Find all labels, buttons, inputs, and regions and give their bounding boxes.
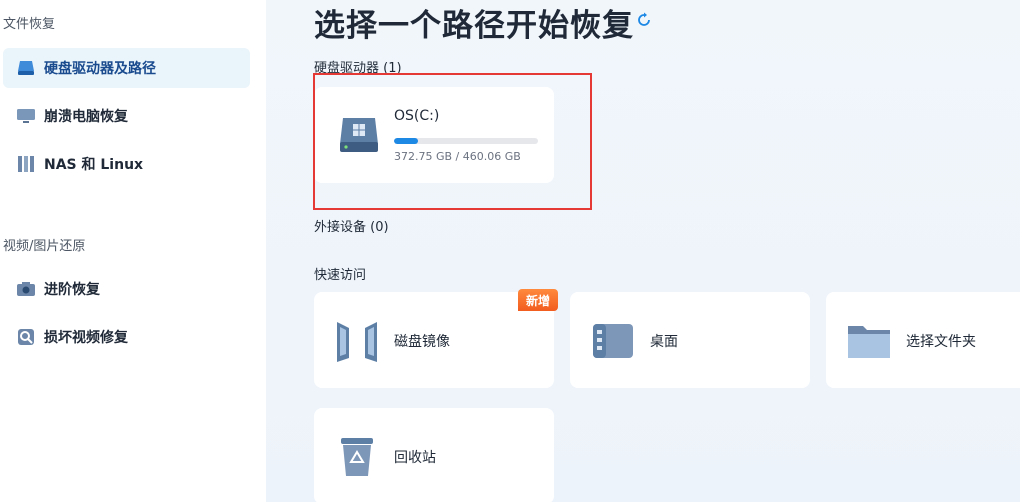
sidebar-item-label: NAS 和 Linux	[44, 157, 144, 173]
drive-usage-fill	[394, 138, 419, 144]
quick-access-label: 选择文件夹	[906, 334, 976, 350]
sidebar-item-label: 损坏视频修复	[44, 330, 128, 346]
hard-drive-icon	[340, 118, 378, 152]
quick-access-recycle-bin[interactable]: 回收站	[314, 408, 554, 502]
quick-access-disk-image[interactable]: 磁盘镜像 新增	[314, 289, 558, 388]
drive-usage-bar	[394, 138, 538, 144]
monitor-icon	[16, 106, 36, 126]
sidebar-item-hard-drives[interactable]: 硬盘驱动器及路径	[3, 48, 250, 88]
drive-size: 372.75 GB / 460.06 GB	[394, 150, 521, 163]
drive-card-c[interactable]: OS(C:) 372.75 GB / 460.06 GB	[314, 87, 554, 183]
desktop-icon	[593, 324, 633, 358]
main-panel: 选择一个路径开始恢复 硬盘驱动器 (1) OS(C:) 372.75 GB / …	[266, 0, 1020, 502]
section-label-file-recovery: 文件恢复	[3, 17, 56, 32]
sidebar-item-nas-linux[interactable]: NAS 和 Linux	[3, 144, 250, 184]
quick-access-heading: 快速访问	[314, 268, 367, 283]
sidebar-item-video-repair[interactable]: 损坏视频修复	[3, 317, 250, 357]
sidebar-item-label: 硬盘驱动器及路径	[44, 61, 156, 77]
refresh-icon[interactable]	[636, 12, 652, 28]
quick-access-desktop[interactable]: 桌面	[570, 292, 810, 388]
sidebar-item-label: 崩溃电脑恢复	[44, 109, 128, 125]
drive-name: OS(C:)	[394, 108, 440, 124]
page-title: 选择一个路径开始恢复	[314, 8, 634, 44]
hard-drives-heading: 硬盘驱动器 (1)	[314, 61, 402, 76]
video-repair-icon	[16, 327, 36, 347]
nas-icon	[16, 154, 36, 174]
sidebar-item-crashed-pc[interactable]: 崩溃电脑恢复	[3, 96, 250, 136]
sidebar: 文件恢复 硬盘驱动器及路径 崩溃电脑恢复 NAS 和 Linux 视频/图片还原…	[0, 0, 266, 502]
recycle-bin-icon	[341, 438, 373, 476]
quick-access-label: 桌面	[650, 334, 678, 350]
quick-access-label: 磁盘镜像	[394, 334, 450, 350]
section-label-media-recovery: 视频/图片还原	[3, 239, 86, 254]
quick-access-label: 回收站	[394, 450, 436, 466]
camera-icon	[16, 279, 36, 299]
disk-image-icon	[337, 322, 377, 362]
sidebar-item-advanced-recovery[interactable]: 进阶恢复	[3, 269, 250, 309]
quick-access-select-folder[interactable]: 选择文件夹	[826, 292, 1020, 388]
folder-icon	[848, 326, 890, 358]
sidebar-item-label: 进阶恢复	[44, 282, 100, 298]
drive-icon	[16, 58, 36, 78]
external-devices-heading: 外接设备 (0)	[314, 220, 389, 235]
new-badge: 新增	[518, 289, 558, 311]
